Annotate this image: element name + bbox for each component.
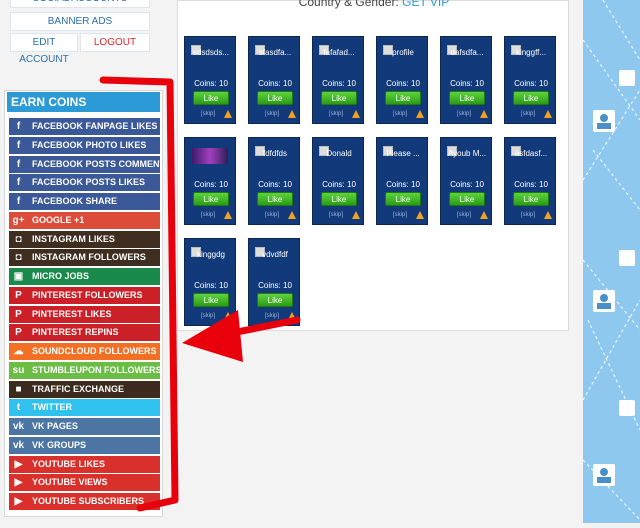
annotation-bracket (99, 76, 179, 512)
annotation-overlay (99, 76, 301, 512)
annotation-arrow-shaft (228, 316, 301, 337)
annotation-arrowhead-icon (182, 310, 243, 362)
